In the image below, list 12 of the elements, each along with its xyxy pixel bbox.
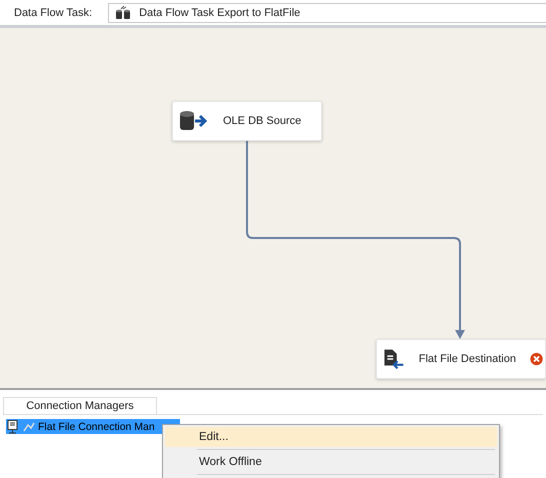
field-label: Data Flow Task: (14, 6, 92, 18)
connection-managers-tab[interactable]: Connection Managers (3, 397, 157, 414)
connector-arrow[interactable] (246, 141, 465, 339)
flow-node[interactable]: OLE DB Source (172, 101, 322, 141)
task-field[interactable]: Data Flow Task Export to FlatFile (108, 2, 546, 22)
database-icon (115, 6, 132, 20)
database-arrow-icon (179, 110, 209, 132)
flow-node[interactable]: Flat File Destination (376, 339, 546, 379)
menu-item[interactable]: Work Offline (165, 452, 497, 472)
connection-item[interactable]: Flat File Connection Man (6, 419, 180, 434)
menu-item[interactable]: Edit... (165, 427, 497, 447)
connection-icon (6, 420, 20, 434)
